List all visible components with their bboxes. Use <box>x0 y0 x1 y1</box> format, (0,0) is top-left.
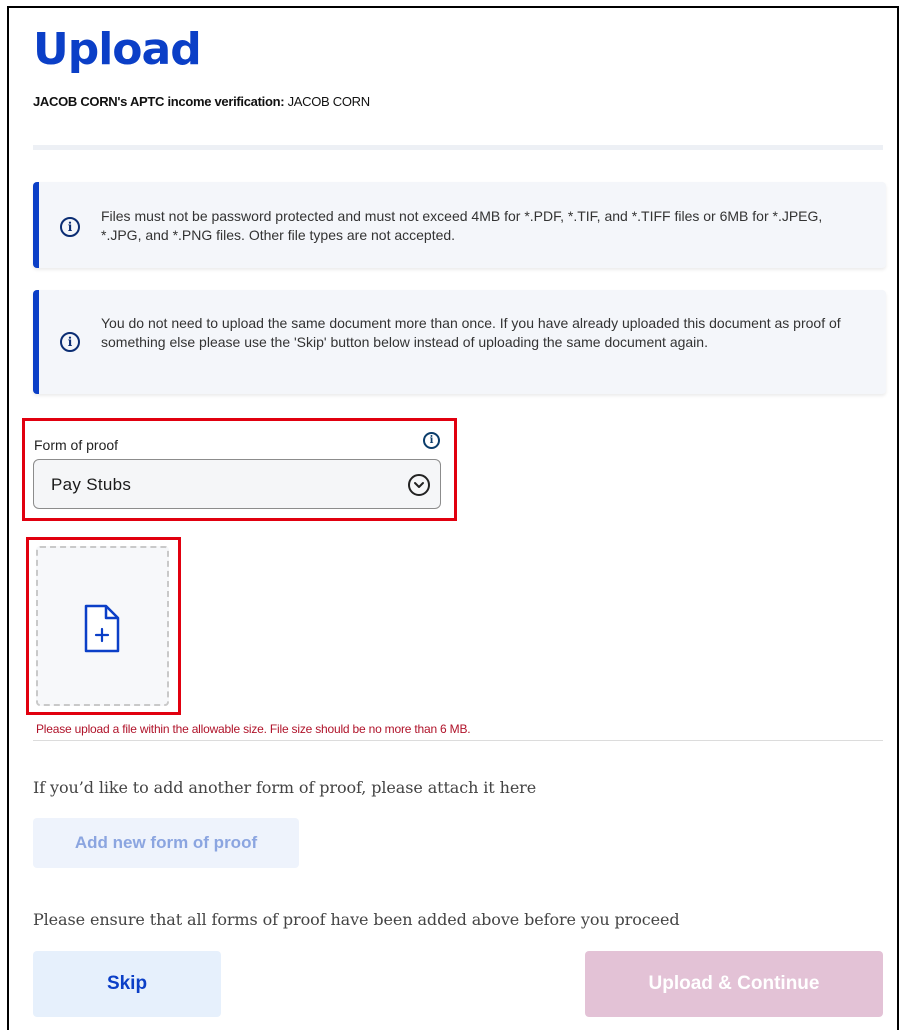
header-divider <box>33 145 883 150</box>
info-icon: i <box>60 217 80 237</box>
subtitle-label: JACOB CORN's APTC income verification: <box>33 94 285 109</box>
page-subtitle: JACOB CORN's APTC income verification: J… <box>33 94 370 109</box>
section-divider <box>33 740 883 741</box>
page-title: Upload <box>33 24 202 75</box>
add-proof-prompt: If you’d like to add another form of pro… <box>33 778 537 797</box>
info-icon: i <box>60 332 80 352</box>
file-size-error: Please upload a file within the allowabl… <box>36 722 471 736</box>
chevron-down-icon <box>408 474 430 496</box>
file-add-icon <box>84 604 120 653</box>
alert-text: Files must not be password protected and… <box>101 208 823 243</box>
subtitle-value: JACOB CORN <box>287 94 371 109</box>
form-of-proof-select[interactable]: Pay Stubs <box>33 459 441 509</box>
selected-value: Pay Stubs <box>51 475 132 494</box>
skip-button[interactable]: Skip <box>33 951 221 1017</box>
info-icon[interactable]: i <box>423 432 440 449</box>
file-dropzone[interactable] <box>36 546 169 706</box>
upload-continue-button[interactable]: Upload & Continue <box>585 951 883 1017</box>
duplicate-document-alert: i You do not need to upload the same doc… <box>33 290 886 394</box>
file-requirements-alert: i Files must not be password protected a… <box>33 182 886 268</box>
alert-text: You do not need to upload the same docum… <box>101 315 841 350</box>
add-new-proof-button[interactable]: Add new form of proof <box>33 818 299 868</box>
form-of-proof-label: Form of proof <box>34 437 119 453</box>
ensure-proof-prompt: Please ensure that all forms of proof ha… <box>33 910 680 929</box>
